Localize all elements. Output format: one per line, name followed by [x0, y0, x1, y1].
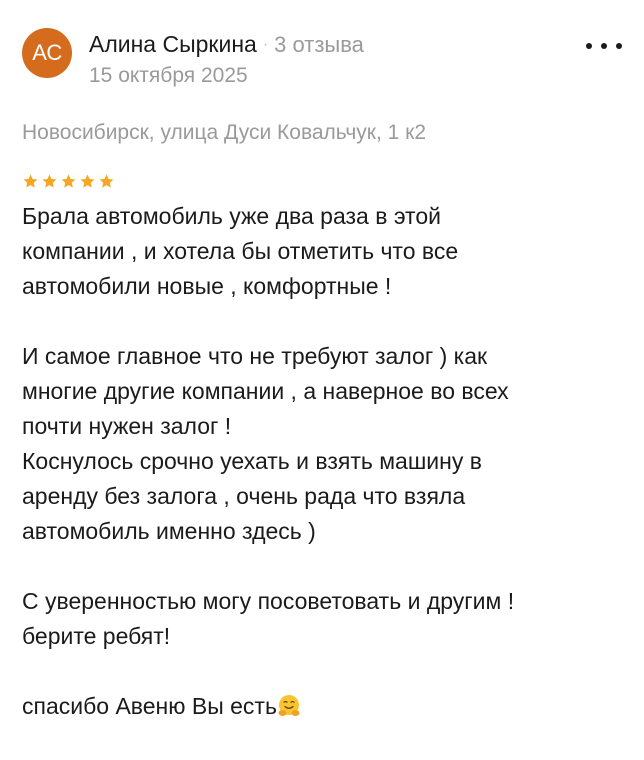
author-name[interactable]: Алина Сыркина [89, 31, 257, 57]
organization-address[interactable]: Новосибирск, улица Дуси Ковальчук, 1 к2 [22, 121, 426, 145]
review-text-line: спасибо Авеню Вы есть [22, 689, 632, 724]
avatar[interactable]: AC [22, 28, 72, 78]
review-date: 15 октября 2025 [89, 64, 248, 87]
review-text-line-content: автомобиль именно здесь ) [22, 518, 316, 544]
star-icon [23, 174, 38, 188]
review-text-line: компании , и хотела бы отметить что все [22, 234, 632, 269]
review-count[interactable]: 3 отзыва [274, 32, 364, 57]
review-text-line: Брала автомобиль уже два раза в этой [22, 199, 632, 234]
rating-stars [22, 173, 115, 190]
more-dots-icon-dot [616, 43, 622, 49]
review-text-line-content: С уверенностью могу посоветовать и други… [22, 588, 515, 614]
star-icon [80, 174, 95, 188]
review-text-line: берите ребят! [22, 619, 632, 654]
review-text-line-content: Коснулось срочно уехать и взять машину в [22, 448, 482, 474]
review-text-line: автомобили новые , комфортные ! [22, 269, 632, 304]
more-options-button[interactable] [586, 38, 622, 54]
review-text-line-content: компании , и хотела бы отметить что все [22, 238, 459, 264]
hugging-face-icon [278, 695, 300, 716]
review-text-line-content: И самое главное что не требуют залог ) к… [22, 343, 488, 369]
star-icon [99, 174, 114, 188]
review-text-line: почти нужен залог ! [22, 409, 632, 444]
star-icon [61, 174, 76, 188]
review-text-line-content: автомобили новые , комфортные ! [22, 273, 392, 299]
review-text: Брала автомобиль уже два раза в этой комп… [22, 199, 632, 724]
review-text-line-content: аренду без залога , очень рада что взяла [22, 483, 466, 509]
review-text-line: многие другие компании , а наверное во в… [22, 374, 632, 409]
review-text-line: Коснулось срочно уехать и взять машину в [22, 444, 632, 479]
separator-dot: · [262, 36, 269, 53]
more-dots-icon-dot [601, 43, 607, 49]
more-dots-icon [586, 43, 592, 49]
review-text-line-content: Брала автомобиль уже два раза в этой [22, 203, 441, 229]
review-text-line-content: многие другие компании , а наверное во в… [22, 378, 509, 404]
review-text-line: С уверенностью могу посоветовать и други… [22, 584, 632, 619]
review-text-line: И самое главное что не требуют залог ) к… [22, 339, 632, 374]
review-header: AC Алина Сыркина · 3 отзыва 15 октября 202… [22, 28, 622, 92]
author-line: Алина Сыркина · 3 отзыва [89, 30, 364, 62]
review-text-line: аренду без залога , очень рада что взяла [22, 479, 632, 514]
review-text-line: автомобиль именно здесь ) [22, 514, 632, 549]
star-icon [42, 174, 57, 188]
review-card: AC Алина Сыркина · 3 отзыва 15 октября 202… [0, 0, 644, 760]
review-text-line-content: берите ребят! [22, 623, 171, 649]
review-text-line-content: почти нужен залог ! [22, 413, 232, 439]
review-text-line-content: спасибо Авеню Вы есть [22, 693, 277, 719]
